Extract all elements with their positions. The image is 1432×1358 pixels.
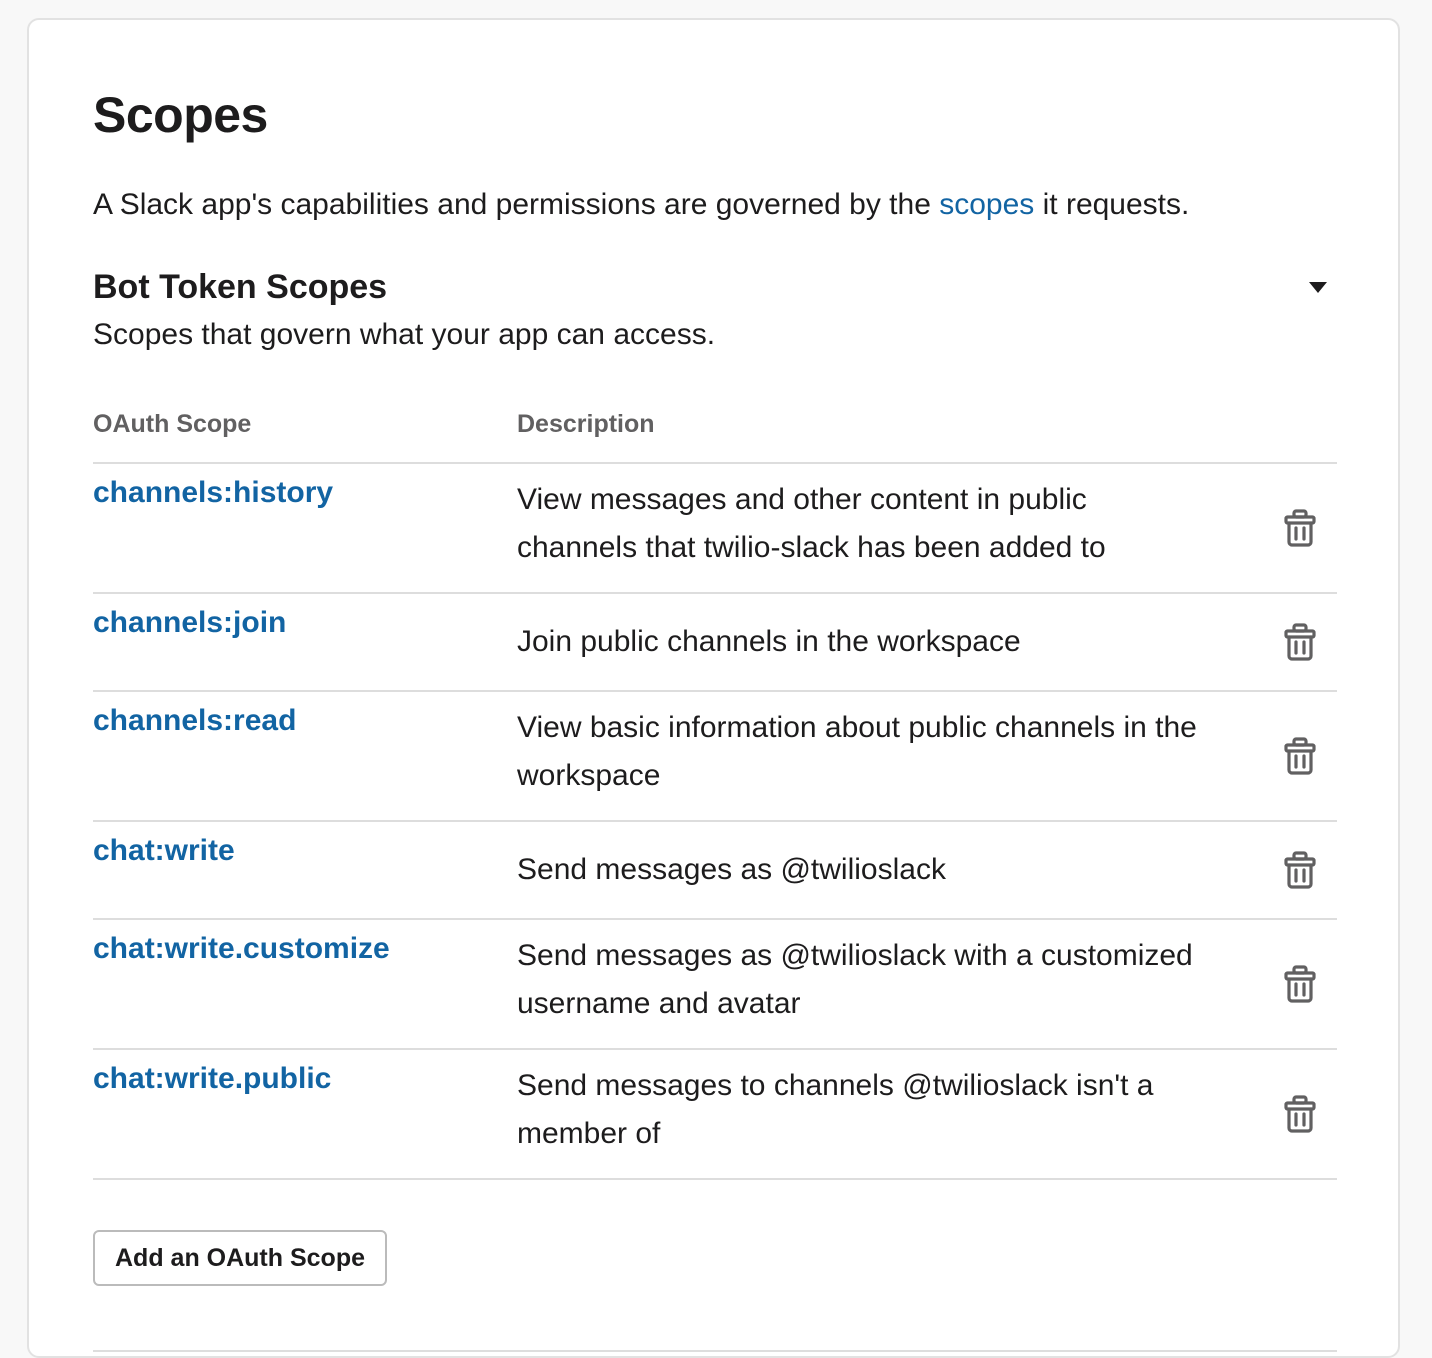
scope-description: Send messages to channels @twilioslack i… [517,1069,1154,1150]
column-header-oauth-scope: OAuth Scope [93,410,252,438]
page-title: Scopes [93,87,268,143]
trash-icon[interactable] [1283,737,1317,775]
column-header-description: Description [517,410,655,438]
scope-name-link[interactable]: chat:write.public [93,1062,517,1178]
table-row: chat:write.public Send messages to channe… [93,1050,1337,1180]
scope-name-link[interactable]: channels:history [93,476,517,592]
intro-text-before: A Slack app's capabilities and permissio… [93,188,940,221]
intro-text: A Slack app's capabilities and permissio… [93,188,1189,222]
trash-icon[interactable] [1283,851,1317,889]
table-row: channels:join Join public channels in the… [93,594,1337,692]
table-row: channels:history View messages and other … [93,464,1337,594]
bot-token-scopes-description: Scopes that govern what your app can acc… [93,318,716,351]
trash-icon-glyph [1284,1095,1316,1133]
trash-icon[interactable] [1283,509,1317,547]
trash-icon[interactable] [1283,965,1317,1003]
scope-name-link[interactable]: chat:write [93,834,517,918]
scopes-link[interactable]: scopes [939,188,1034,221]
section-divider [93,1350,1337,1352]
trash-icon-glyph [1284,851,1316,889]
scope-description: View basic information about public chan… [517,711,1197,792]
scope-name-link[interactable]: channels:read [93,704,517,820]
scope-name-link[interactable]: channels:join [93,606,517,690]
bot-token-scopes-title: Bot Token Scopes [93,268,388,306]
caret-down-icon[interactable] [1307,280,1329,296]
table-row: chat:write Send messages as @twilioslack [93,822,1337,920]
trash-icon[interactable] [1283,623,1317,661]
trash-icon[interactable] [1283,1095,1317,1133]
trash-icon-glyph [1284,623,1316,661]
table-header: OAuth Scope Description [93,410,1337,464]
scope-description: Join public channels in the workspace [517,625,1021,658]
scope-description: Send messages as @twilioslack [517,853,946,886]
table-row: chat:write.customize Send messages as @tw… [93,920,1337,1050]
table-row: channels:read View basic information abou… [93,692,1337,822]
scope-name-link[interactable]: chat:write.customize [93,932,517,1048]
scope-description: Send messages as @twilioslack with a cus… [517,939,1193,1020]
trash-icon-glyph [1284,509,1316,547]
scopes-card: Scopes A Slack app's capabilities and pe… [27,18,1400,1358]
trash-icon-glyph [1284,965,1316,1003]
intro-text-after: it requests. [1034,188,1190,221]
trash-icon-glyph [1284,737,1316,775]
scopes-table: OAuth Scope Description channels:history… [93,410,1337,1180]
table-body: channels:history View messages and other … [93,464,1337,1180]
add-oauth-scope-button[interactable]: Add an OAuth Scope [93,1230,387,1286]
scope-description: View messages and other content in publi… [517,483,1106,564]
